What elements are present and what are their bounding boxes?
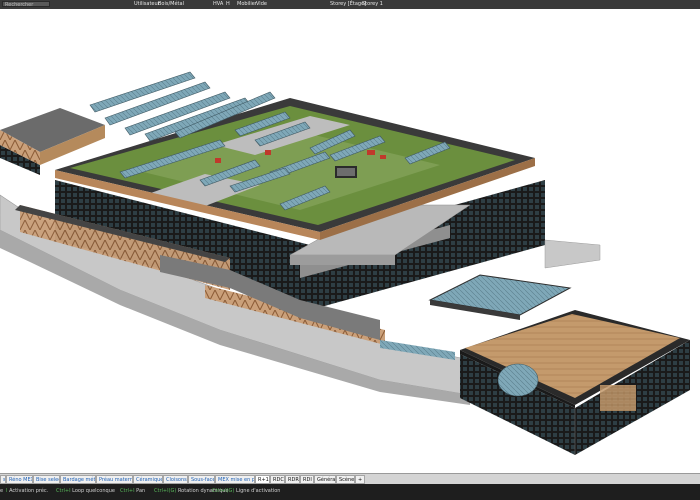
- tab-12[interactable]: RDI: [300, 475, 314, 484]
- right-slab: [544, 239, 601, 269]
- annex-building: [460, 310, 690, 455]
- tab-6[interactable]: Cloisons: [163, 475, 188, 484]
- status-label: Activation préc.: [9, 488, 49, 494]
- hva-label: HVA: [213, 1, 224, 7]
- status-key: Ctrl+I(G): [154, 488, 178, 494]
- tab-3[interactable]: Bardage métal: [60, 475, 96, 484]
- tab-5[interactable]: Céramique: [133, 475, 163, 484]
- building-model: [0, 71, 690, 455]
- status-hint-3: Ctrl+I Pan: [120, 488, 145, 494]
- tab-2[interactable]: Bise select: [33, 475, 60, 484]
- search-input[interactable]: Rechercher: [2, 1, 50, 8]
- model-label: Mobilier: [237, 1, 257, 7]
- status-bar: eI Activation préc. Ctrl+I Loop quelconqu…: [0, 484, 700, 500]
- status-hint-5: Ctrl+I(G) Ligne d'activation: [212, 488, 280, 494]
- tab-10[interactable]: RDC: [270, 475, 285, 484]
- tab-4[interactable]: Préau maternelle: [96, 475, 133, 484]
- tab-14[interactable]: Scène: [336, 475, 355, 484]
- status-key: Ctrl+I: [56, 488, 73, 494]
- tab-15[interactable]: +: [355, 475, 365, 484]
- user-label: Utilisateur: [134, 1, 160, 7]
- status-label: Loop quelconque: [72, 488, 115, 494]
- status-key: Ctrl+I: [120, 488, 137, 494]
- tab-1[interactable]: Réno MEX: [6, 475, 33, 484]
- status-label: Ligne d'activation: [235, 488, 281, 494]
- hva-value[interactable]: H: [226, 0, 230, 9]
- status-key: Ctrl+I(G): [212, 488, 236, 494]
- top-info-bar: Rechercher Utilisateur Bois/Métal HVA H …: [0, 0, 700, 9]
- tab-13[interactable]: Général: [314, 475, 336, 484]
- storey-value[interactable]: Storey 1: [362, 0, 383, 9]
- model-value[interactable]: Vide: [256, 0, 267, 9]
- 3d-viewport[interactable]: [0, 9, 700, 472]
- tab-7[interactable]: Sous-face: [188, 475, 215, 484]
- tab-11[interactable]: RDR: [285, 475, 300, 484]
- tab-8[interactable]: MEX mise en plan: [215, 475, 255, 484]
- user-value[interactable]: Bois/Métal: [158, 0, 184, 9]
- storey-label: Storey [Étage]: [330, 1, 367, 7]
- status-label: e: [0, 488, 4, 494]
- status-hint-0: e: [0, 488, 3, 494]
- status-hint-2: Ctrl+I Loop quelconque: [56, 488, 115, 494]
- status-label: Pan: [136, 488, 146, 494]
- tab-9[interactable]: R+1: [255, 475, 270, 484]
- status-hint-1: I Activation préc.: [6, 488, 48, 494]
